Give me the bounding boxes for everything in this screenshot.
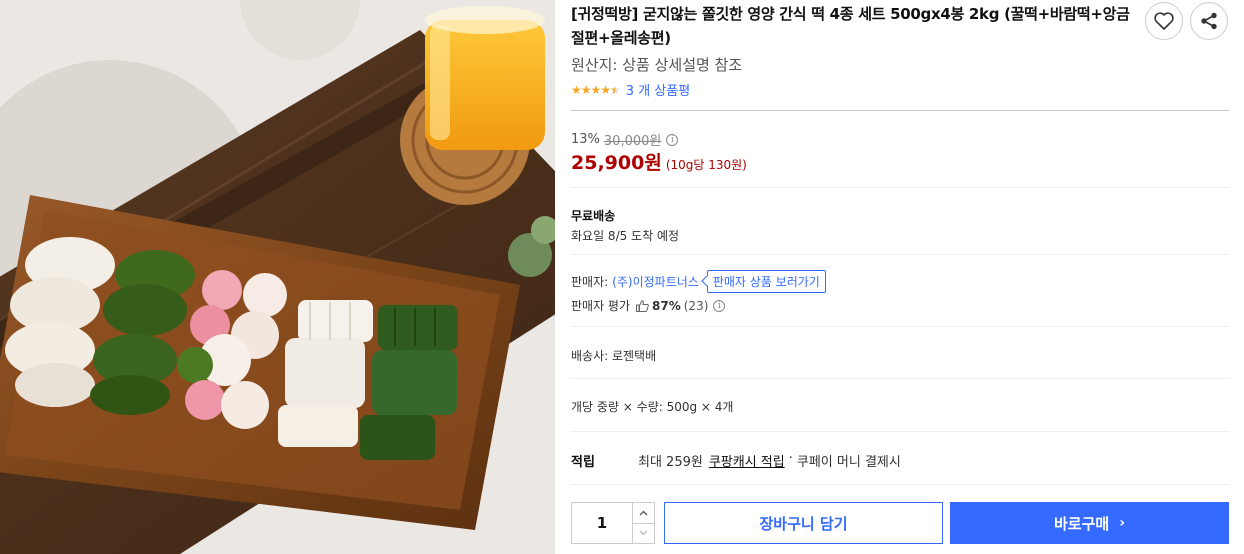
chevron-up-icon bbox=[639, 510, 648, 516]
seller-rating-count: (23) bbox=[683, 298, 709, 313]
section-divider bbox=[571, 431, 1229, 432]
arrival-date: 화요일 8/5 도착 예정 bbox=[571, 229, 680, 243]
seller-rating-percent: 87% bbox=[652, 298, 681, 313]
section-divider bbox=[571, 484, 1229, 485]
sale-price: 25,900원 bbox=[571, 152, 662, 174]
seller-rating-label: 판매자 평가 bbox=[571, 299, 631, 313]
origin-info: 원산지: 상품 상세설명 참조 bbox=[571, 56, 743, 74]
seller-rating-info-icon[interactable]: i bbox=[713, 299, 726, 312]
add-to-cart-label: 장바구니 담기 bbox=[759, 514, 848, 533]
reward-label: 적립 bbox=[571, 455, 595, 470]
price-info-icon[interactable]: i bbox=[666, 133, 679, 146]
buy-now-button[interactable]: 바로구매 › bbox=[950, 502, 1229, 544]
carrier-info: 배송사: 로젠택배 bbox=[571, 349, 657, 363]
seller-row: 판매자: (주)이정파트너스 판매자 상품 보러가기 bbox=[571, 270, 826, 293]
seller-products-button[interactable]: 판매자 상품 보러가기 bbox=[706, 270, 826, 293]
share-button[interactable] bbox=[1190, 2, 1228, 40]
product-title: [귀정떡방] 굳지않는 쫄깃한 영양 간식 떡 4종 세트 500gx4봉 2k… bbox=[571, 5, 1130, 47]
product-photo-illustration bbox=[0, 0, 555, 554]
section-divider bbox=[571, 110, 1229, 111]
quantity-input[interactable] bbox=[572, 503, 632, 543]
heart-icon bbox=[1154, 12, 1174, 30]
seller-rating-row: 판매자 평가 87% (23) i bbox=[571, 297, 726, 314]
chevron-right-icon: › bbox=[1119, 515, 1125, 531]
quantity-arrows bbox=[632, 503, 654, 543]
weight-quantity-info: 개당 중량 × 수량: 500g × 4개 bbox=[571, 400, 734, 414]
wishlist-button[interactable] bbox=[1145, 2, 1183, 40]
unit-price: (10g당 130원) bbox=[665, 158, 747, 172]
sale-price-row: 25,900원 (10g당 130원) bbox=[571, 148, 747, 175]
product-info-panel: [귀정떡방] 굳지않는 쫄깃한 영양 간식 떡 4종 세트 500gx4봉 2k… bbox=[571, 0, 1229, 554]
quantity-decrease-button[interactable] bbox=[633, 522, 654, 544]
seller-label: 판매자: bbox=[571, 275, 609, 289]
thumbs-up-icon bbox=[636, 299, 649, 312]
seller-name-link[interactable]: (주)이정파트너스 bbox=[612, 273, 699, 290]
chevron-down-icon bbox=[639, 530, 648, 536]
quantity-increase-button[interactable] bbox=[633, 503, 654, 523]
reward-info: 최대 259원 쿠팡캐시 적립 · 쿠페이 머니 결제시 bbox=[638, 451, 901, 470]
star-rating-icon: ★★★★★★ bbox=[571, 82, 621, 97]
review-count-link[interactable]: 3 개 상품평 bbox=[626, 80, 690, 99]
reward-separator: · bbox=[788, 451, 793, 466]
original-price: 30,000원 bbox=[603, 134, 662, 149]
discount-row: 13% 30,000원 i bbox=[571, 130, 679, 149]
product-image bbox=[0, 0, 555, 554]
buy-now-label: 바로구매 bbox=[1054, 514, 1110, 533]
product-rating: ★★★★★★ 3 개 상품평 bbox=[571, 80, 690, 100]
discount-rate: 13% bbox=[571, 132, 600, 147]
shipping-type: 무료배송 bbox=[571, 209, 616, 223]
coupang-cash-link[interactable]: 쿠팡캐시 적립 bbox=[709, 451, 785, 470]
reward-max: 최대 259원 bbox=[638, 455, 703, 470]
reward-condition: 쿠페이 머니 결제시 bbox=[796, 455, 901, 470]
quantity-stepper bbox=[571, 502, 655, 544]
share-icon bbox=[1201, 12, 1217, 30]
add-to-cart-button[interactable]: 장바구니 담기 bbox=[664, 502, 943, 544]
section-divider bbox=[571, 326, 1229, 327]
section-divider bbox=[571, 254, 1229, 255]
section-divider bbox=[571, 187, 1229, 188]
section-divider bbox=[571, 378, 1229, 379]
